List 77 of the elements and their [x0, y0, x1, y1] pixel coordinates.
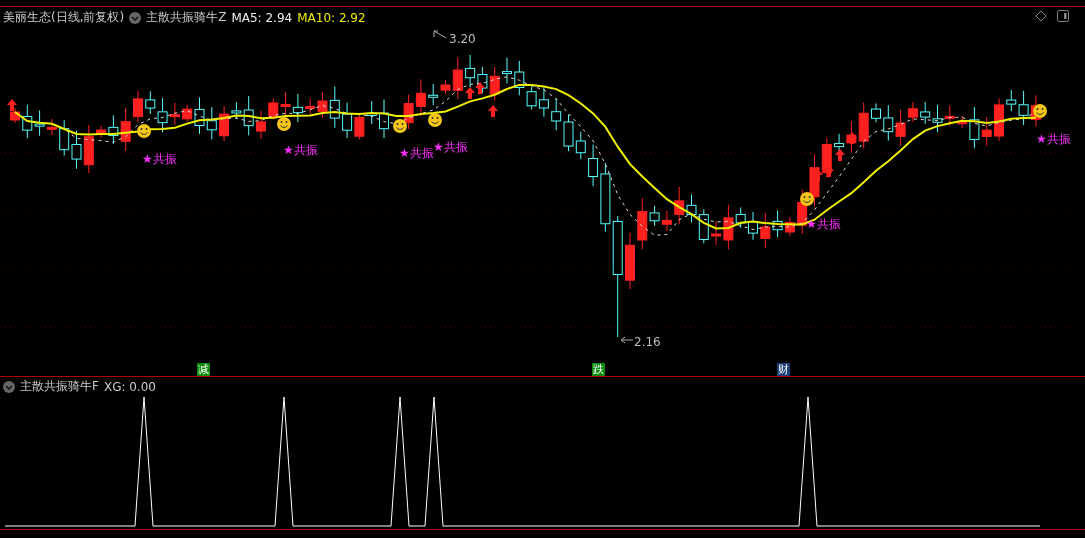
candle — [871, 102, 881, 123]
candle — [674, 186, 685, 225]
indicator-name: 主散共振骑牛F — [20, 378, 99, 395]
signal-label: ★共振 — [399, 146, 434, 160]
candle — [10, 107, 20, 124]
xg-value: XG: 0.00 — [103, 379, 156, 394]
candle — [342, 102, 353, 139]
candle — [575, 131, 586, 160]
candle — [698, 208, 709, 244]
signal-label: ★共振 — [806, 217, 841, 231]
up-arrow-icon — [475, 82, 485, 94]
candle — [354, 112, 365, 140]
candle — [661, 210, 672, 232]
candle — [489, 66, 500, 101]
candle — [403, 94, 414, 130]
candle — [981, 116, 992, 147]
candle — [551, 97, 562, 131]
candle — [465, 54, 476, 88]
ma10-value: MA10: 2.92 — [297, 10, 366, 25]
candle — [22, 104, 33, 139]
candle — [784, 216, 795, 237]
candle — [133, 90, 143, 123]
smiley-icon — [393, 119, 407, 133]
candle — [502, 57, 512, 84]
candle — [59, 119, 70, 157]
stock-title: 美丽生态(日线,前复权) — [3, 9, 125, 26]
candle — [944, 105, 955, 127]
indicator-name: 主散共振骑牛Z — [146, 9, 227, 26]
candle — [772, 210, 783, 238]
up-arrow-icon — [465, 87, 475, 99]
candle — [292, 93, 303, 123]
smiley-icon — [277, 117, 291, 131]
smiley-icon — [428, 113, 442, 127]
candle — [379, 99, 389, 139]
panel-toggle-icon[interactable] — [1057, 10, 1069, 22]
candle — [366, 100, 377, 125]
smiley-icon — [137, 124, 151, 138]
event-marker: 减 — [197, 363, 210, 376]
signal-label: ★共振 — [1036, 132, 1071, 146]
up-arrow-icon — [835, 149, 845, 161]
collapse-icon[interactable] — [3, 380, 15, 393]
candle — [920, 101, 931, 125]
low-price-label: 2.16 — [634, 335, 661, 349]
candle — [280, 91, 291, 116]
diamond-icon[interactable] — [1035, 10, 1047, 22]
candle — [858, 102, 869, 150]
candle — [686, 193, 697, 223]
up-arrow-icon — [7, 99, 17, 111]
candle — [256, 109, 266, 140]
smiley-icon — [1033, 104, 1047, 118]
signal-label: ★共振 — [142, 152, 177, 166]
candle — [71, 130, 82, 170]
signal-label: ★共振 — [433, 140, 468, 154]
event-marker: 财 — [777, 363, 790, 376]
candle — [625, 232, 635, 290]
high-price-marker — [433, 30, 447, 39]
up-arrow-icon — [488, 105, 498, 117]
candle — [538, 86, 549, 118]
signal-label: ★共振 — [283, 143, 318, 157]
candle — [932, 104, 943, 133]
candle — [760, 212, 771, 249]
candle — [748, 211, 758, 241]
up-arrow-icon — [824, 165, 834, 177]
smiley-icon — [800, 192, 814, 206]
candle — [563, 114, 574, 152]
ma5-value: MA5: 2.94 — [231, 10, 293, 25]
candle — [206, 106, 217, 140]
low-price-marker — [620, 336, 634, 344]
high-price-label: 3.20 — [449, 32, 476, 46]
candle — [994, 97, 1004, 142]
up-arrow-icon — [847, 132, 857, 144]
candle — [883, 104, 894, 142]
event-marker: 跌 — [592, 363, 605, 376]
candle — [268, 97, 279, 121]
candle — [83, 124, 94, 174]
candle — [415, 78, 426, 117]
collapse-icon[interactable] — [129, 11, 142, 24]
